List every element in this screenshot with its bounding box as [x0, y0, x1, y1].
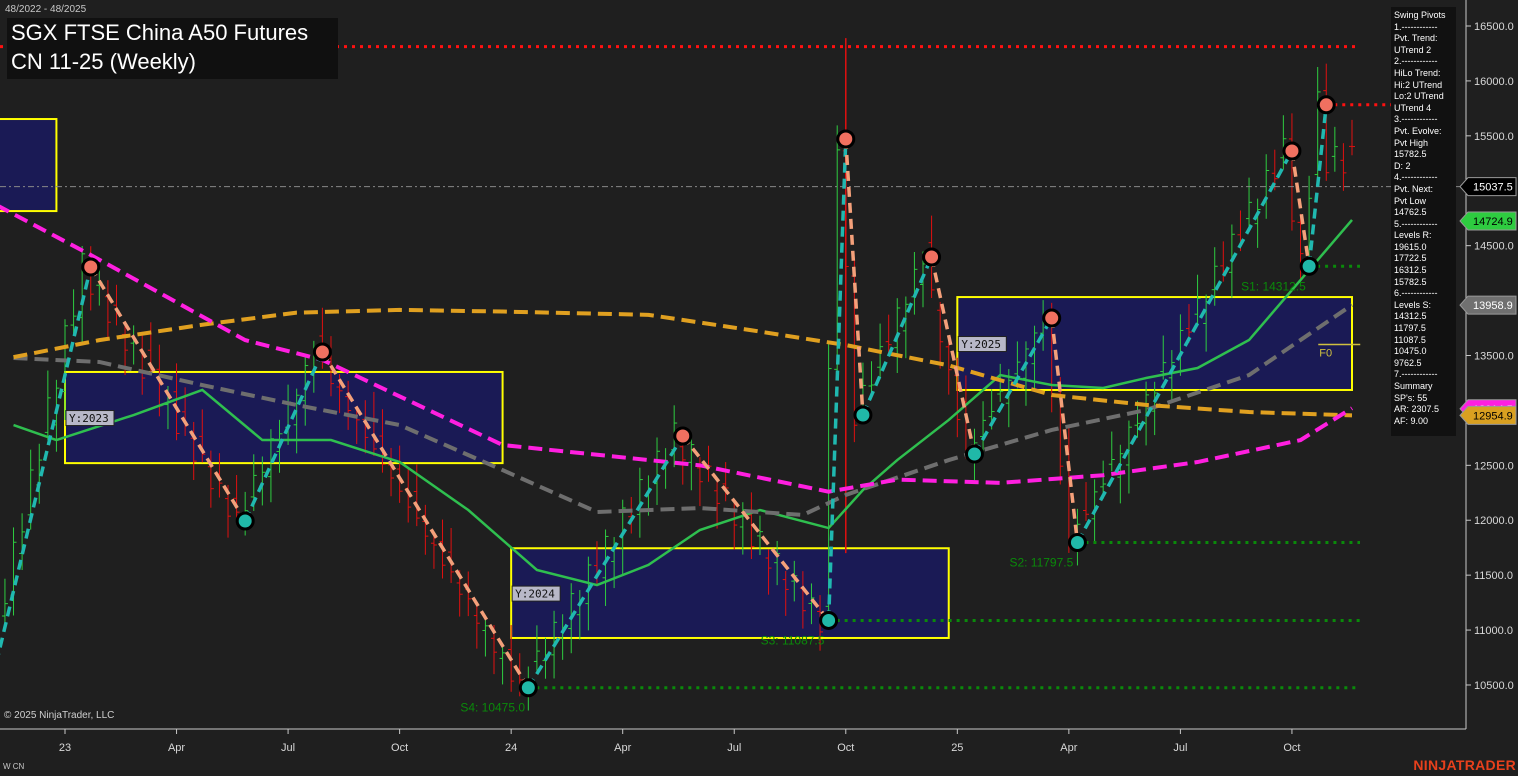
pivot-panel-line: 1.------------: [1394, 21, 1438, 32]
date-range: 48/2022 - 48/2025: [5, 4, 87, 15]
level-label-s2: S2: 11797.5: [1009, 555, 1073, 569]
price-tick-label: 16500.0: [1474, 21, 1514, 33]
price-badge-label: 12954.9: [1473, 410, 1513, 422]
pivot-high-marker: [836, 129, 856, 149]
year-label: Y:2024: [515, 588, 555, 601]
pivot-high-marker: [673, 426, 693, 446]
level-label-s1: S1: 14312.5: [1241, 279, 1306, 293]
copyright-text: © 2025 NinjaTrader, LLC: [4, 710, 115, 721]
ninjatrader-logo: NINJATRADER: [1413, 757, 1516, 773]
swing-leg: [861, 256, 934, 416]
time-tick-label: Apr: [168, 742, 185, 754]
time-tick-label: Oct: [837, 742, 854, 754]
pivot-panel-line: Levels S:: [1394, 299, 1432, 310]
instrument-code: W CN: [3, 762, 25, 771]
pivot-low-marker: [1067, 532, 1087, 552]
time-tick-label: Apr: [614, 742, 631, 754]
pivot-panel-line: 17722.5: [1394, 253, 1427, 264]
pivot-panel-line: 9762.5: [1394, 357, 1422, 368]
level-label-s3: S3: 11087.5: [761, 633, 825, 647]
pivot-panel-line: Pvt. Next:: [1394, 183, 1434, 194]
time-tick-label: Oct: [391, 742, 408, 754]
pivot-high-marker: [81, 257, 101, 277]
pivot-panel-line: 19615.0: [1394, 241, 1427, 252]
chart-title-contract: CN 11-25 (Weekly): [11, 49, 197, 74]
price-tick-label: 11000.0: [1474, 625, 1513, 637]
time-tick-label: 23: [59, 742, 71, 754]
pivot-panel-line: 4.------------: [1394, 172, 1438, 183]
time-tick-label: Apr: [1060, 742, 1077, 754]
pivot-panel-line: 2.------------: [1394, 56, 1438, 67]
time-tick-label: Jul: [727, 742, 741, 754]
pivot-low-marker: [819, 610, 839, 630]
price-tick-label: 11500.0: [1474, 570, 1513, 582]
pivot-panel-line: 10475.0: [1394, 346, 1427, 357]
pivot-panel-line: 14762.5: [1394, 207, 1427, 218]
pivot-panel-line: 7.------------: [1394, 369, 1438, 380]
pivot-panel-line: 11087.5: [1394, 334, 1426, 345]
pivot-panel-line: Hi:2 UTrend: [1394, 79, 1443, 90]
chart-title-box: SGX FTSE China A50 Futures CN 11-25 (Wee…: [7, 18, 338, 79]
pivot-panel-line: Pvt. Evolve:: [1394, 125, 1442, 136]
pivot-low-marker: [964, 444, 984, 464]
price-badge-label: 14724.9: [1473, 216, 1513, 228]
price-badge-label: 15037.5: [1473, 182, 1513, 194]
pivot-panel-line: AR: 2307.5: [1394, 404, 1440, 415]
pivot-high-marker: [1282, 141, 1302, 161]
time-tick-label: 25: [951, 742, 963, 754]
pivot-panel-line: Swing Pivots: [1394, 10, 1446, 20]
pivot-panel-line: UTrend 4: [1394, 102, 1432, 113]
pivot-low-marker: [853, 405, 873, 425]
pivot-high-marker: [922, 247, 942, 267]
pivot-panel-line: Summary: [1394, 381, 1433, 391]
price-chart[interactable]: S1: 14312.5 S2: 11797.5 S3: 11087.5 S4: 104…: [0, 0, 1518, 776]
pivot-low-marker: [235, 511, 255, 531]
pivot-panel-line: 3.------------: [1394, 114, 1438, 125]
pivot-low-marker: [518, 678, 538, 698]
year-label: Y:2023: [69, 412, 109, 425]
price-tick-label: 15500.0: [1474, 131, 1514, 143]
pivot-panel-line: 15782.5: [1394, 149, 1427, 160]
pivot-panel-line: HiLo Trend:: [1394, 67, 1441, 78]
pivot-panel-line: 5.------------: [1394, 218, 1438, 229]
year-range-box: [510, 547, 950, 639]
pivot-panel-line: 14312.5: [1394, 311, 1427, 322]
price-tick-label: 12500.0: [1474, 460, 1514, 472]
time-tick-label: Jul: [1173, 742, 1187, 754]
price-tick-label: 13500.0: [1474, 350, 1514, 362]
pivot-panel-line: 16312.5: [1394, 265, 1427, 276]
price-tick-label: 14500.0: [1474, 241, 1514, 253]
price-tick-label: 12000.0: [1474, 515, 1514, 527]
pivot-high-marker: [1042, 308, 1062, 328]
fib-level-label: F0: [1319, 348, 1332, 360]
pivot-panel-line: UTrend 2: [1394, 44, 1432, 55]
pivot-low-marker: [1299, 256, 1319, 276]
year-range-box: [0, 118, 58, 213]
pivot-panel-line: AF: 9.00: [1394, 415, 1429, 426]
year-label: Y:2025: [961, 338, 1001, 351]
pivot-panel-line: Lo:2 UTrend: [1394, 91, 1444, 102]
pivot-panel-line: Levels R:: [1394, 230, 1432, 241]
pivot-high-marker: [312, 342, 332, 362]
pivot-panel-line: Pvt High: [1394, 137, 1429, 148]
price-badge-label: 13958.9: [1473, 300, 1513, 312]
time-tick-label: Jul: [281, 742, 295, 754]
pivot-panel-line: 6.------------: [1394, 288, 1438, 299]
swing-pivots-panel: Swing Pivots 1.------------ Pvt. Trend: UTr…: [1391, 7, 1456, 436]
time-tick-label: Oct: [1283, 742, 1300, 754]
pivot-panel-line: 15782.5: [1394, 276, 1427, 287]
pivot-panel-line: Pvt Low: [1394, 195, 1427, 206]
price-tick-label: 16000.0: [1474, 76, 1514, 88]
pivot-panel-line: 11797.5: [1394, 323, 1426, 334]
pivot-panel-line: D: 2: [1394, 160, 1411, 171]
level-label-s4: S4: 10475.0: [460, 701, 525, 715]
year-range-box: [64, 370, 504, 465]
pivot-high-marker: [1316, 95, 1336, 115]
price-tick-label: 10500.0: [1474, 680, 1514, 692]
time-tick-label: 24: [505, 742, 517, 754]
chart-title-instrument: SGX FTSE China A50 Futures: [11, 20, 309, 45]
pivot-panel-line: Pvt. Trend:: [1394, 33, 1438, 44]
pivot-panel-line: SP's: 55: [1394, 392, 1428, 403]
